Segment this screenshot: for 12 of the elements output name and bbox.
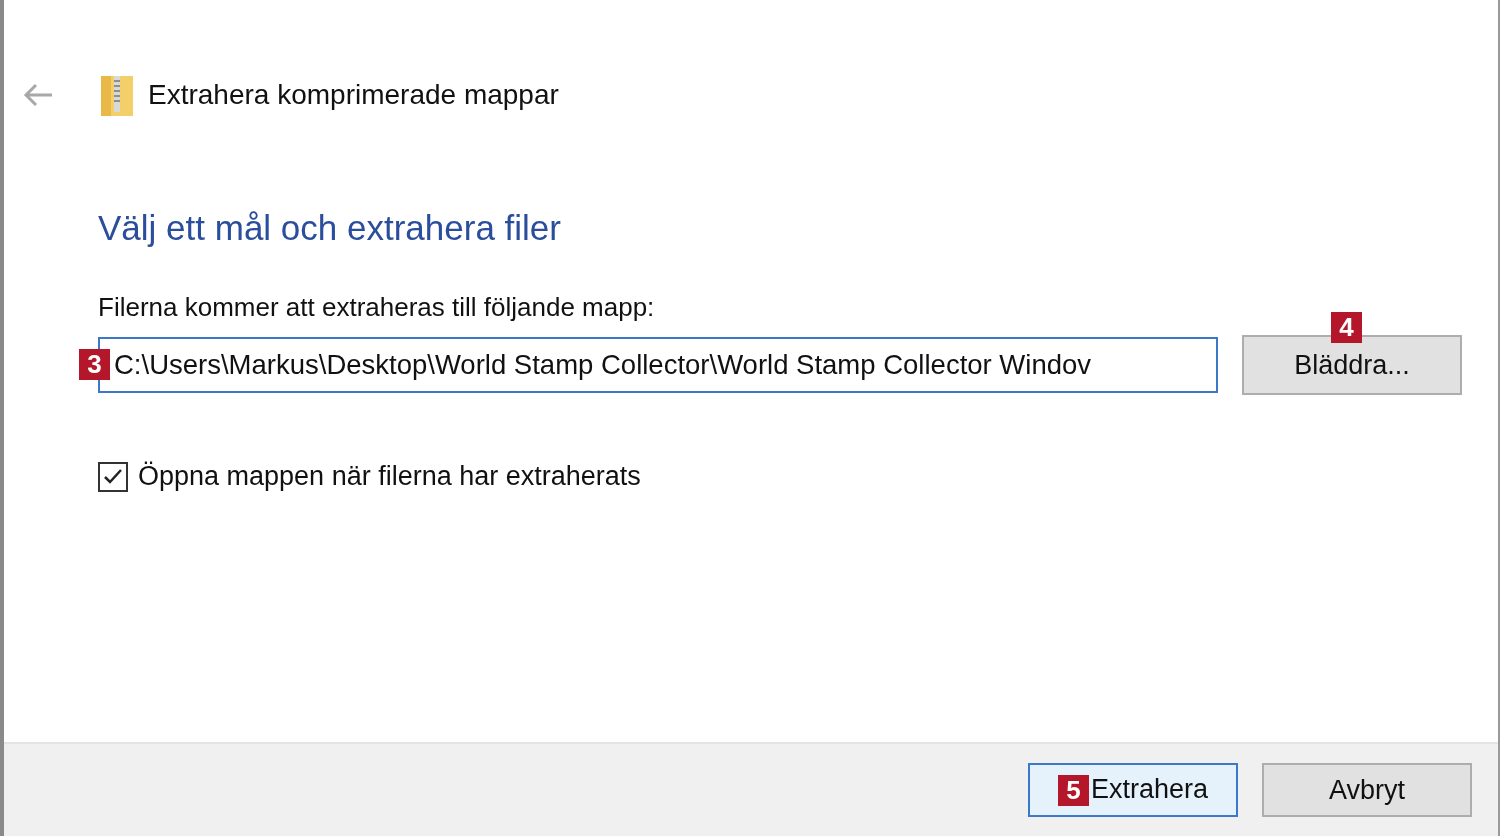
cancel-button[interactable]: Avbryt (1262, 763, 1472, 817)
dialog-heading: Välj ett mål och extrahera filer (98, 208, 562, 248)
checkbox-label: Öppna mappen när filerna har extraherats (138, 461, 641, 492)
zipped-folder-icon (100, 73, 134, 117)
step-badge: 3 (79, 349, 110, 380)
browse-button[interactable]: Bläddra... (1242, 335, 1462, 395)
step-badge: 4 (1331, 312, 1362, 343)
window-title: Extrahera komprimerade mappar (148, 79, 559, 111)
extract-button[interactable]: 5 Extrahera (1028, 763, 1238, 817)
checkbox[interactable] (98, 461, 128, 492)
step-badge: 5 (1057, 775, 1089, 807)
destination-label: Filerna kommer att extraheras till följande mapp: (98, 292, 656, 323)
